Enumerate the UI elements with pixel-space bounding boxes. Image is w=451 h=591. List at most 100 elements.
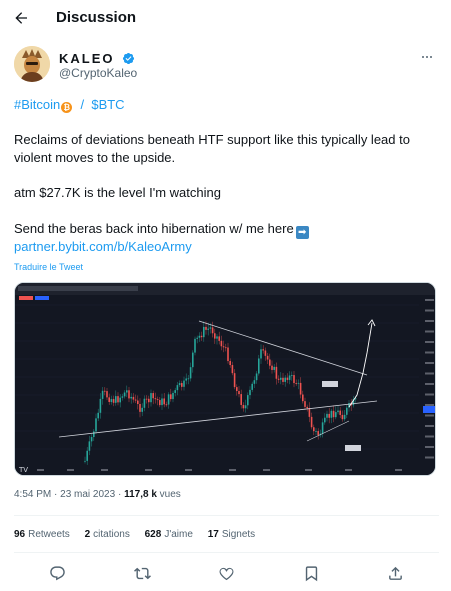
candle-body [269, 359, 271, 366]
tweet-link[interactable]: partner.bybit.com/b/KaleoArmy [14, 239, 192, 254]
stat-quotes[interactable]: 2 citations [85, 529, 130, 540]
price-chart-image: TV [15, 283, 435, 475]
candle-body [209, 327, 212, 329]
candle-body [178, 383, 181, 386]
candle-body [332, 410, 335, 418]
candle-body [271, 365, 273, 370]
y-tick-mark [425, 435, 434, 438]
candle-body [183, 380, 185, 387]
more-icon[interactable] [417, 50, 437, 64]
candle-body [165, 404, 168, 406]
candle-body [93, 431, 95, 438]
stat-count: 96 [14, 529, 26, 540]
candle-body [141, 407, 143, 412]
divider [14, 552, 439, 553]
stat-count: 2 [84, 529, 91, 540]
stat-bookmarks[interactable]: 17 Signets [208, 529, 255, 540]
candle-body [286, 377, 289, 380]
candle-body [97, 412, 99, 419]
candle-body [324, 417, 326, 423]
candle-body [104, 390, 106, 392]
candle-body [231, 365, 234, 374]
candle-body [255, 373, 258, 381]
like-button[interactable] [215, 562, 237, 584]
bitcoin-emoji-icon: ₿ [61, 102, 73, 113]
candle-body [84, 460, 86, 462]
y-tick-mark [425, 330, 434, 333]
share-button[interactable] [384, 562, 406, 584]
candle-body [295, 383, 297, 384]
page-title: Discussion [56, 9, 137, 26]
reply-button[interactable] [46, 562, 68, 584]
stat-count: 628 [144, 529, 162, 540]
stat-retweets[interactable]: 96 Retweets [14, 529, 70, 540]
candle-body [238, 391, 240, 395]
candle-body [90, 437, 93, 442]
avatar[interactable] [14, 46, 50, 82]
y-tick-mark [425, 341, 434, 343]
candle-body [317, 431, 319, 436]
candle-body [121, 396, 124, 398]
candle-body [156, 399, 159, 401]
candle-body [277, 378, 280, 380]
candle-body [88, 441, 91, 451]
candle-body [280, 377, 282, 380]
hashtag-bitcoin[interactable]: #Bitcoin [14, 97, 60, 112]
candle-body [251, 383, 253, 390]
view-count: 117,8 k [124, 489, 157, 500]
y-tick-mark [425, 351, 434, 354]
candle-body [200, 335, 203, 338]
stat-label: Signets [221, 529, 256, 540]
candle-body [313, 427, 315, 432]
candle-body [304, 401, 306, 407]
candle-body [161, 398, 163, 406]
tweet-meta: 4:54 PM · 23 mai 2023 · 117,8 k vues [14, 489, 181, 500]
candle-body [181, 383, 183, 387]
candle-body [117, 396, 119, 403]
back-button[interactable] [10, 7, 32, 29]
candle-body [203, 326, 205, 338]
candle-body [262, 349, 264, 351]
author-handle[interactable]: @CryptoKaleo [59, 66, 137, 80]
tweet-time[interactable]: 4:54 PM [14, 489, 51, 500]
x-tick-mark [185, 469, 192, 471]
candle-body [192, 352, 194, 368]
candle-body [187, 378, 190, 380]
candle-body [288, 375, 291, 380]
tweet-date[interactable]: 23 mai 2023 [60, 489, 115, 500]
candle-body [264, 350, 267, 356]
bookmark-button[interactable] [300, 562, 322, 584]
heart-icon [219, 567, 233, 580]
separator: / [80, 97, 85, 112]
tweet-line: Send the beras back into hibernation w/ … [14, 221, 294, 236]
candle-body [134, 399, 137, 401]
stat-likes[interactable]: 628 J'aime [145, 529, 193, 540]
divider [14, 515, 439, 516]
candle-body [106, 391, 108, 398]
candle-body [176, 385, 179, 391]
reply-icon [49, 565, 65, 580]
translate-tweet-link[interactable]: Traduire le Tweet [14, 262, 83, 272]
candle-body [137, 400, 139, 405]
y-tick-mark [425, 383, 434, 385]
candle-body [299, 382, 302, 395]
candle-body [108, 397, 110, 402]
candle-body [222, 346, 225, 348]
stat-label: J'aime [164, 529, 193, 540]
x-tick-mark [229, 469, 236, 471]
y-tick-mark [425, 414, 434, 417]
tweet-media-chart[interactable]: TV [14, 282, 436, 476]
cashtag-btc[interactable]: $BTC [91, 97, 124, 112]
stat-count: 17 [207, 529, 219, 540]
candle-body [150, 393, 152, 403]
x-tick-mark [145, 469, 152, 471]
candle-body [310, 416, 313, 428]
author-name[interactable]: KALEO [59, 51, 115, 66]
candle-body [194, 338, 196, 353]
candle-body [302, 394, 304, 402]
candle-body [346, 407, 348, 415]
candle-body [189, 367, 192, 379]
candle-body [244, 405, 247, 409]
candle-body [216, 336, 218, 339]
retweet-button[interactable] [131, 562, 153, 584]
